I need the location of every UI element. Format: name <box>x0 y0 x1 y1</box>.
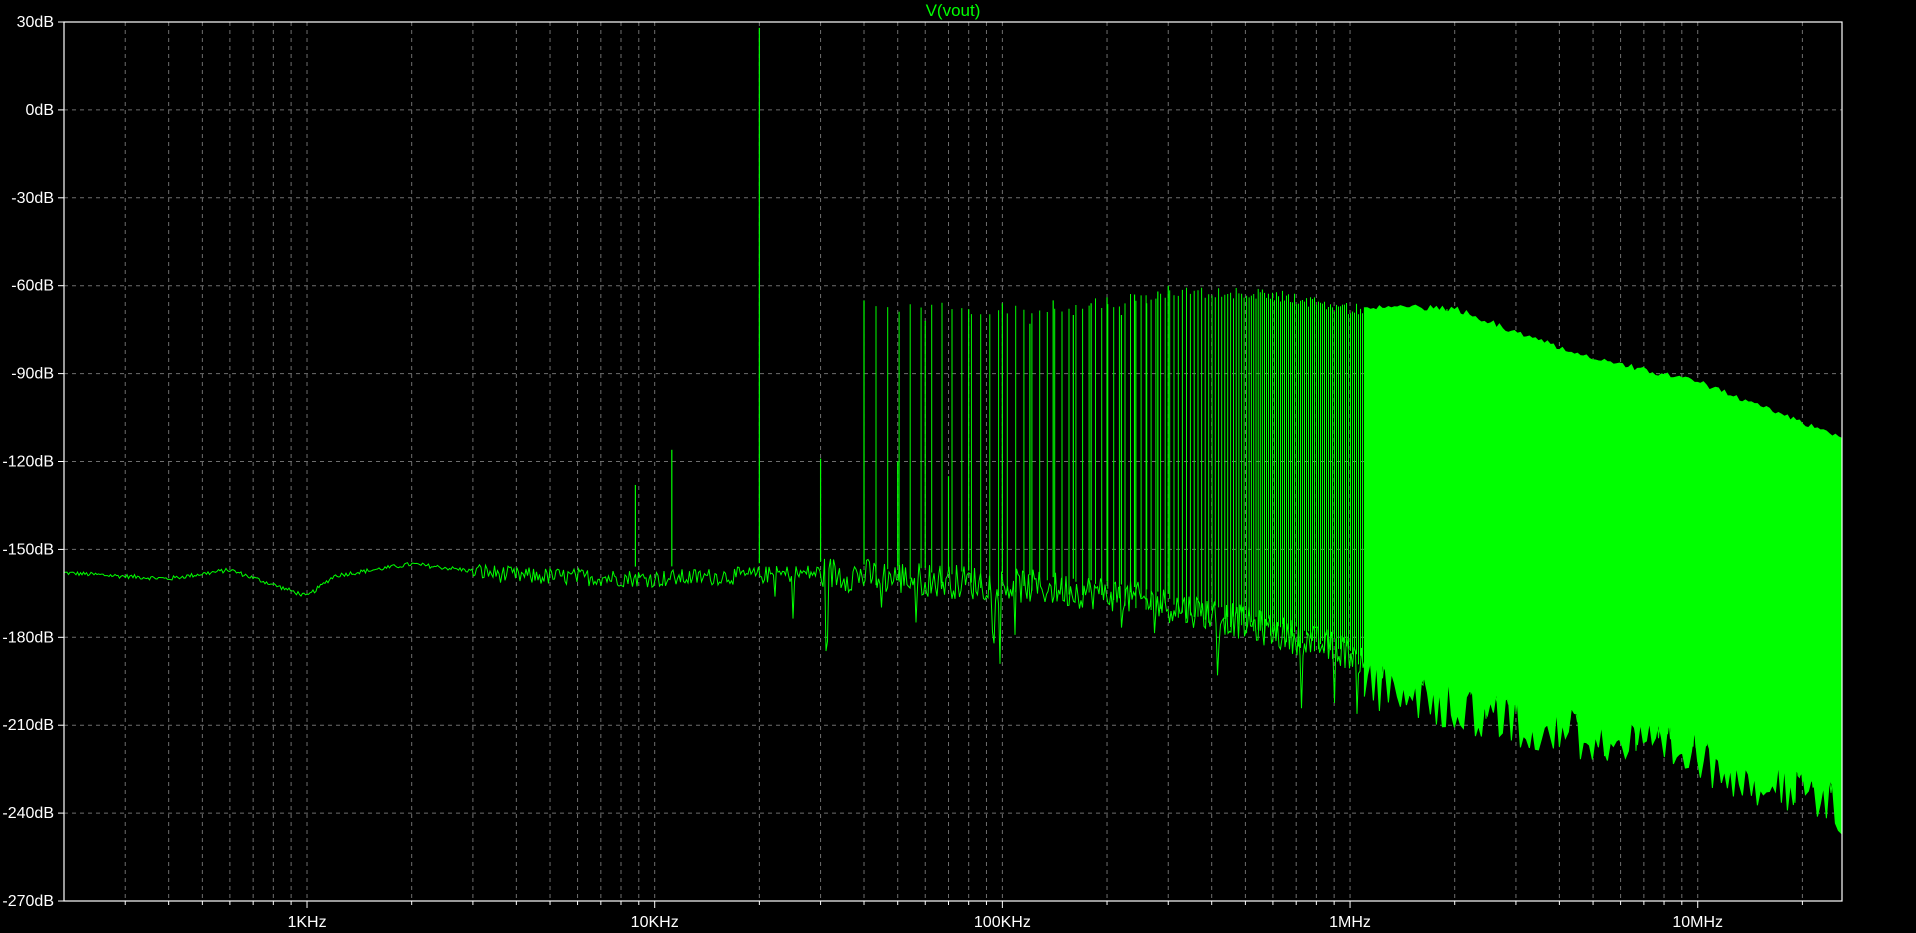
x-tick-label: 1MHz <box>1329 914 1371 931</box>
y-tick-label: -90dB <box>11 366 54 383</box>
y-tick-label: -240dB <box>2 805 54 822</box>
x-tick-label: 1KHz <box>287 914 326 931</box>
y-tick-label: 0dB <box>26 102 54 119</box>
x-tick-label: 10KHz <box>631 914 679 931</box>
y-tick-label: -270dB <box>2 893 54 910</box>
y-tick-label: -30dB <box>11 190 54 207</box>
x-tick-label: 10MHz <box>1672 914 1723 931</box>
y-tick-label: -120dB <box>2 454 54 471</box>
spectrum-plot: 30dB 0dB -30dB -60dB -90dB -120dB -150dB -180dB… <box>0 0 1916 933</box>
y-tick-label: -180dB <box>2 629 54 646</box>
y-tick-label: -60dB <box>11 278 54 295</box>
y-tick-label: -210dB <box>2 717 54 734</box>
y-tick-label: -150dB <box>2 541 54 558</box>
chart-title: V(vout) <box>926 1 981 20</box>
y-tick-label: 30dB <box>17 14 54 31</box>
x-tick-label: 100KHz <box>974 914 1031 931</box>
